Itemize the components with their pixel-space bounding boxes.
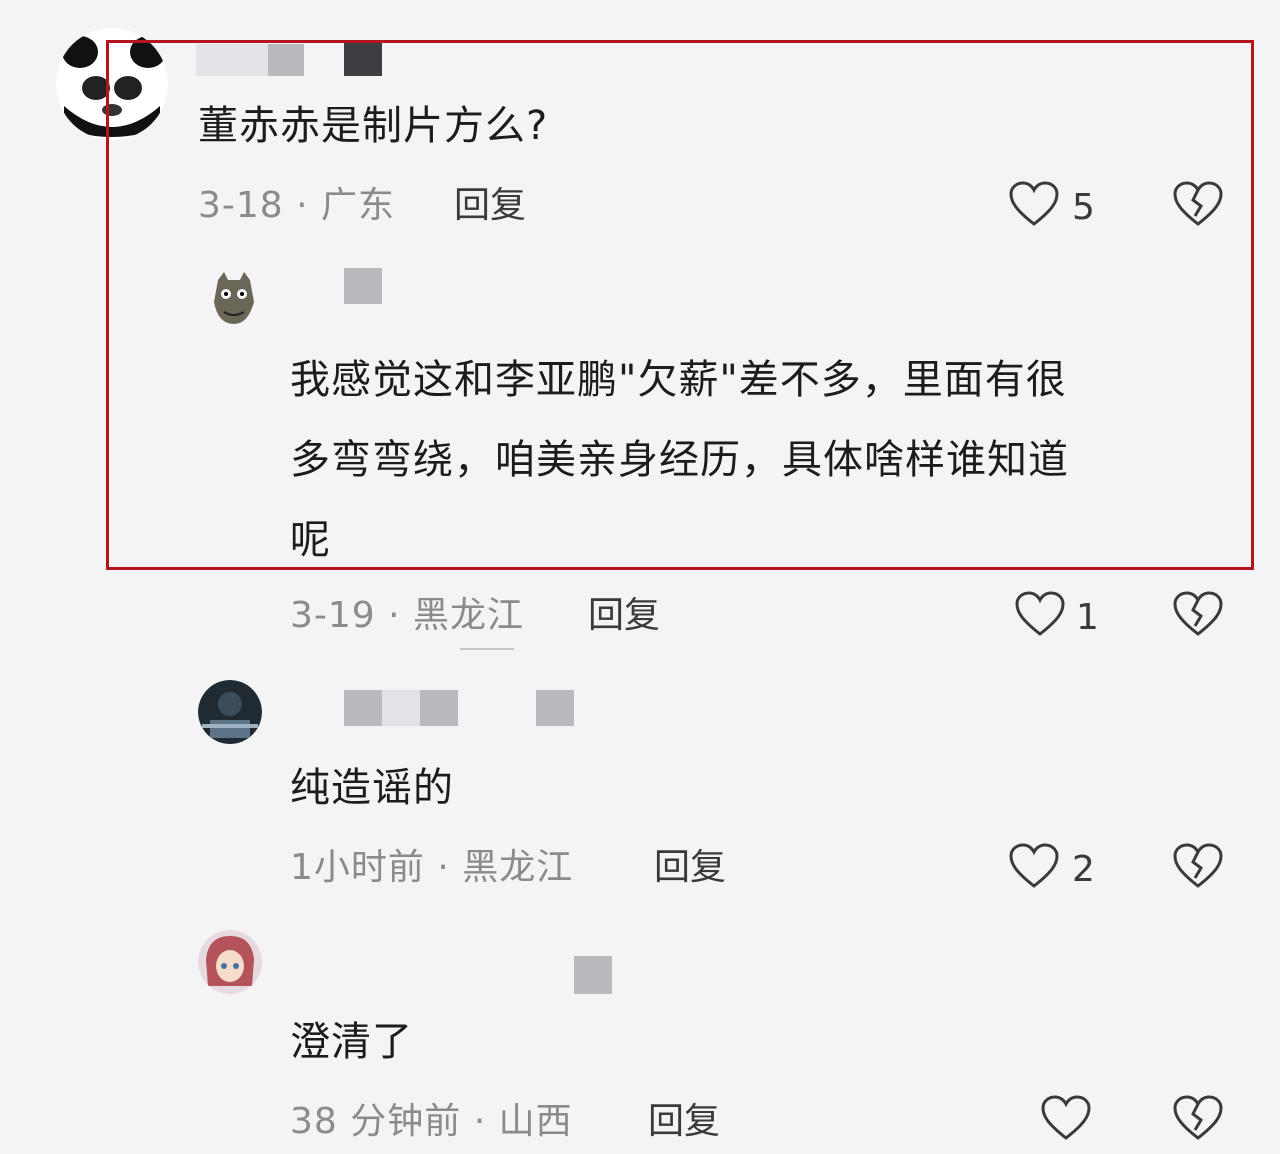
comment-text: 纯造谣的 — [290, 765, 454, 811]
heart-outline-icon[interactable] — [1014, 590, 1066, 642]
reply-button[interactable]: 回复 — [648, 1100, 720, 1144]
like-count: 1 — [1076, 597, 1099, 638]
avatar[interactable] — [198, 930, 262, 994]
highlight-frame — [106, 40, 1254, 570]
heart-outline-icon[interactable] — [1040, 1094, 1092, 1146]
comment-meta: 1小时前 · 黑龙江 — [290, 847, 574, 888]
comment-text: 澄清了 — [290, 1019, 413, 1065]
reply-button[interactable]: 回复 — [588, 594, 660, 638]
username-redacted — [574, 956, 612, 994]
comment-meta: 3-19 · 黑龙江 — [290, 595, 525, 636]
broken-heart-icon[interactable] — [1172, 590, 1224, 642]
like-count: 2 — [1072, 849, 1095, 890]
comment-meta: 38 分钟前 · 山西 — [290, 1101, 573, 1142]
heart-outline-icon[interactable] — [1008, 842, 1060, 894]
reply-button[interactable]: 回复 — [654, 846, 726, 890]
broken-heart-icon[interactable] — [1172, 1094, 1224, 1146]
avatar[interactable] — [198, 680, 262, 744]
broken-heart-icon[interactable] — [1172, 842, 1224, 894]
divider — [460, 648, 514, 650]
